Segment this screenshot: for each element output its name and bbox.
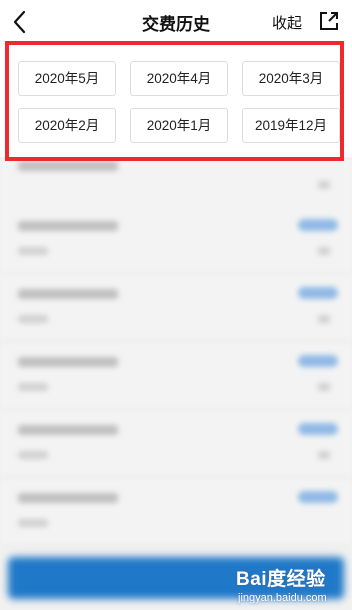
watermark-url: jingyan.baidu.com bbox=[238, 592, 327, 604]
month-chip-2020-04[interactable]: 2020年4月 bbox=[130, 61, 228, 96]
month-chip-2019-12[interactable]: 2019年12月 bbox=[242, 108, 340, 143]
month-chip-2020-01[interactable]: 2020年1月 bbox=[130, 108, 228, 143]
month-filter-panel: 2020年5月 2020年4月 2020年3月 2020年2月 2020年1月 … bbox=[5, 41, 344, 161]
watermark-brand: Bai度经验 bbox=[236, 569, 326, 590]
payment-list-blurred bbox=[0, 157, 352, 610]
month-chip-2020-02[interactable]: 2020年2月 bbox=[18, 108, 116, 143]
month-chip-2020-03[interactable]: 2020年3月 bbox=[242, 61, 340, 96]
collapse-button[interactable]: 收起 bbox=[272, 12, 302, 33]
share-external-icon[interactable] bbox=[318, 10, 340, 32]
top-bar: 交费历史 收起 bbox=[0, 0, 352, 44]
month-chip-2020-05[interactable]: 2020年5月 bbox=[18, 61, 116, 96]
baidu-jingyan-watermark: Bai度经验 jingyan.baidu.com bbox=[232, 560, 350, 608]
